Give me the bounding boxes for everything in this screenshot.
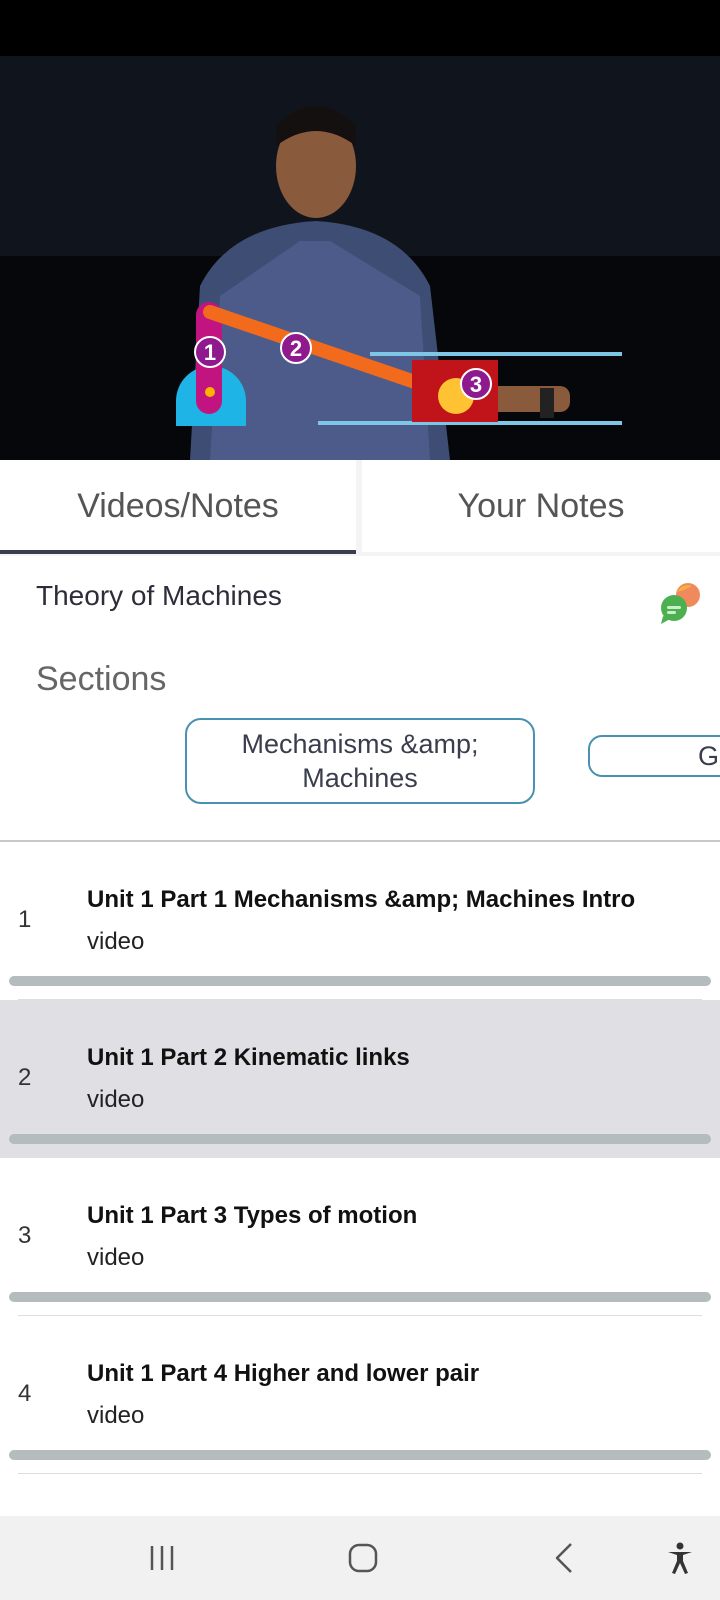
lesson-title: Unit 1 Part 3 Types of motion [87, 1202, 418, 1229]
lesson-progress-bar [9, 1292, 711, 1302]
accessibility-icon[interactable] [640, 1516, 720, 1600]
lesson-title: Unit 1 Part 4 Higher and lower pair [87, 1360, 480, 1387]
video-frame: 1 2 3 [0, 56, 720, 460]
lesson-type: video [87, 1402, 145, 1429]
lesson-list: 1 Unit 1 Part 1 Mechanisms &amp; Machine… [0, 842, 720, 1474]
lesson-title: Unit 1 Part 2 Kinematic links [87, 1044, 410, 1071]
lesson-progress-bar [9, 976, 711, 986]
status-bar [0, 0, 720, 56]
lesson-progress-bar [9, 1450, 711, 1460]
section-chip-next[interactable]: Ge [588, 735, 720, 777]
lesson-row[interactable]: 3 Unit 1 Part 3 Types of motion video [0, 1158, 720, 1316]
chat-bubbles-icon[interactable] [656, 578, 706, 628]
section-chip-mechanisms[interactable]: Mechanisms &amp; Machines [185, 718, 535, 804]
tab-indicator [0, 550, 356, 554]
lesson-type: video [87, 1244, 145, 1271]
tab-videos-notes[interactable]: Videos/Notes [0, 460, 356, 552]
row-separator [18, 1473, 702, 1474]
back-icon[interactable] [525, 1516, 605, 1600]
sections-label: Sections [36, 660, 167, 698]
lesson-type: video [87, 928, 145, 955]
recent-apps-icon[interactable] [122, 1516, 202, 1600]
lesson-number: 1 [18, 906, 32, 933]
diagram-marker-1: 1 [204, 340, 216, 365]
home-icon[interactable] [323, 1516, 403, 1600]
lesson-row[interactable]: 1 Unit 1 Part 1 Mechanisms &amp; Machine… [0, 842, 720, 1000]
lesson-number: 3 [18, 1222, 32, 1249]
lesson-row[interactable]: 2 Unit 1 Part 2 Kinematic links video [0, 1000, 720, 1158]
lesson-type: video [87, 1086, 145, 1113]
lesson-progress-bar [9, 1134, 711, 1144]
course-title: Theory of Machines [36, 580, 282, 611]
lesson-title: Unit 1 Part 1 Mechanisms &amp; Machines … [87, 886, 636, 913]
lesson-number: 2 [18, 1064, 32, 1091]
lesson-row[interactable]: 4 Unit 1 Part 4 Higher and lower pair vi… [0, 1316, 720, 1474]
diagram-marker-3: 3 [470, 372, 482, 397]
diagram-marker-2: 2 [290, 336, 302, 361]
content-tabs: Videos/Notes Your Notes [0, 460, 720, 556]
system-nav-bar [0, 1516, 720, 1600]
video-player[interactable]: 1 2 3 [0, 56, 720, 460]
lesson-number: 4 [18, 1380, 32, 1407]
tab-your-notes[interactable]: Your Notes [362, 460, 720, 552]
